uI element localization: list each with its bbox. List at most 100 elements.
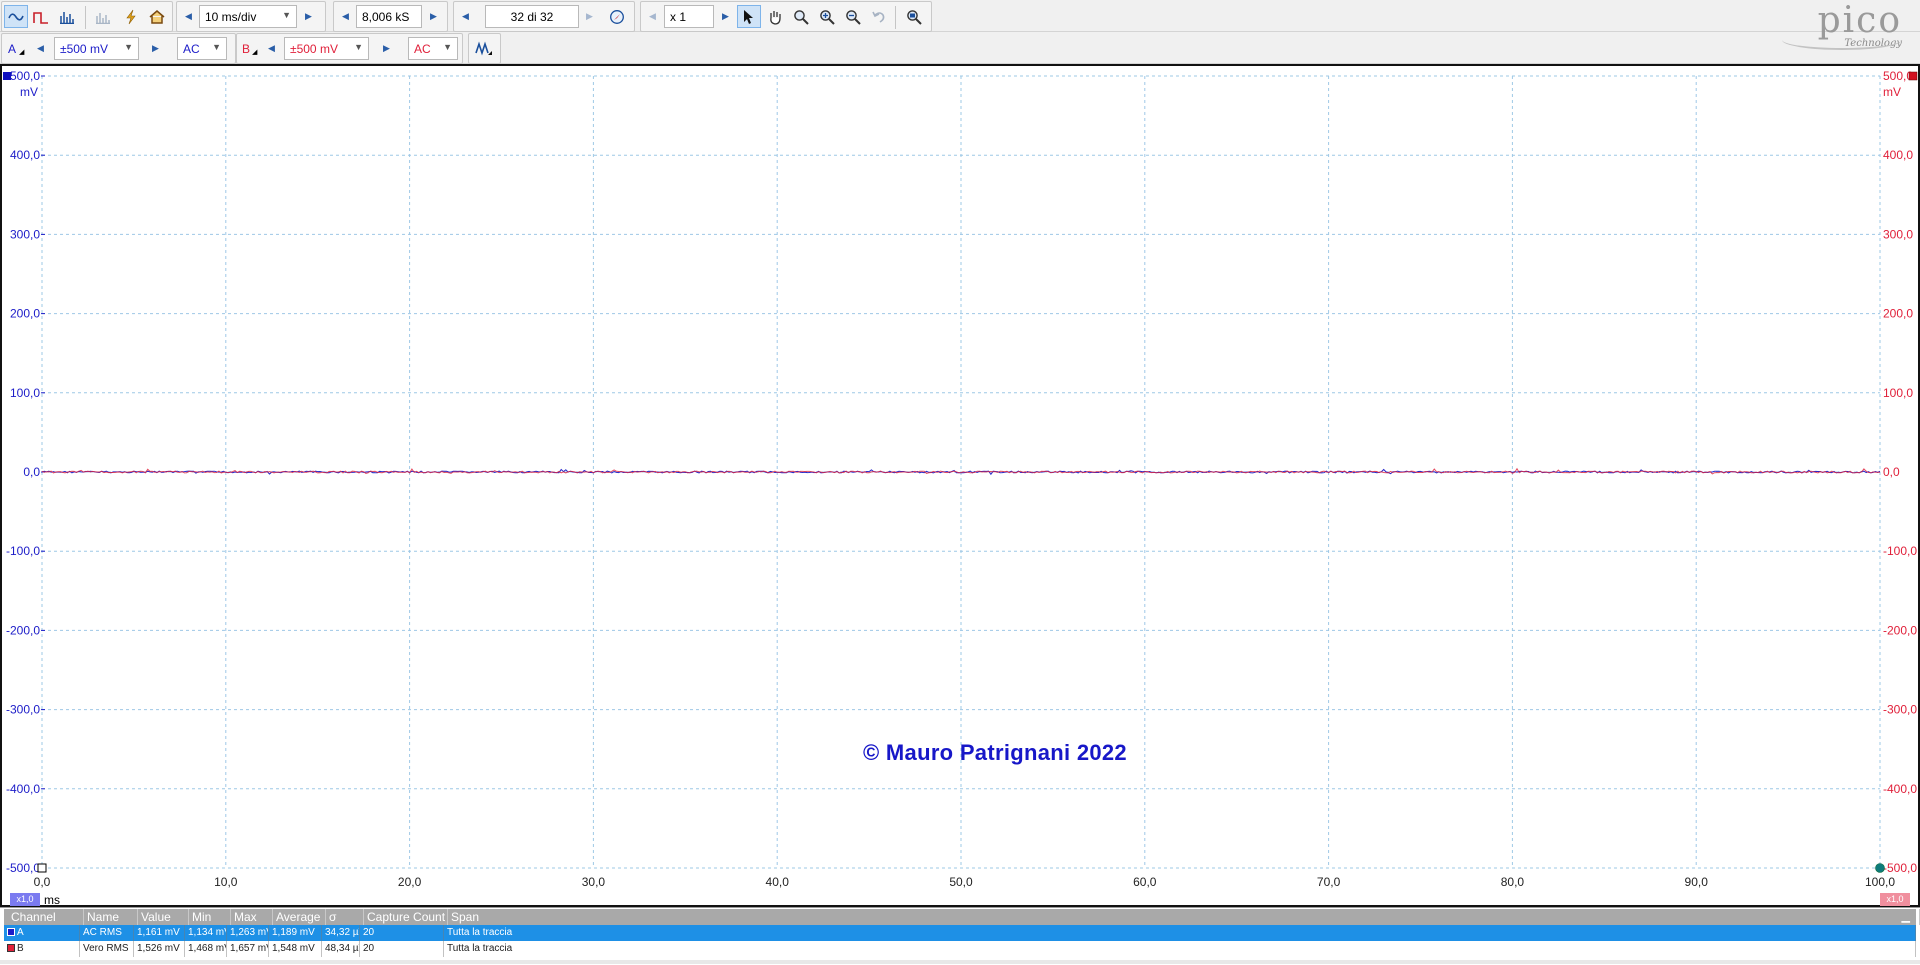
timebase-prev-icon[interactable]: ◀ [180,6,197,27]
channel-b-range-value: ±500 mV [290,42,338,56]
zoom-overview-icon[interactable] [902,5,926,28]
capture-field[interactable]: 32 di 32 [485,5,579,28]
zoom-out-icon[interactable] [841,5,865,28]
timebase-select[interactable]: 10 ms/div ▼ [199,5,297,28]
chevron-down-icon: ▼ [212,42,221,52]
view-mode-group [1,1,173,32]
buffer-navigator-icon[interactable] [605,5,629,28]
table-cell: 1,657 mV [227,941,269,957]
capture-next-icon[interactable]: ▶ [581,6,598,27]
window-bottom-edge [0,960,1920,964]
auto-setup-icon[interactable] [119,5,143,28]
channel-a-coupling-select[interactable]: AC ▼ [177,37,227,60]
y-tick-label-right: -200,0 [1883,623,1917,637]
table-header-cell[interactable]: Channel [8,909,84,925]
x-tick-label: 20,0 [398,875,422,889]
table-cell: B [4,941,80,957]
channel-b-range-select[interactable]: ±500 mV ▼ [284,37,369,60]
spectrum-alt-icon [91,5,115,28]
y-tick-label-right: -400,0 [1883,782,1917,796]
table-cell: Vero RMS [80,941,134,957]
signal-generator-icon[interactable] [472,37,496,60]
table-header-cell[interactable]: Name [84,909,138,925]
channel-a-label[interactable]: A [8,42,16,56]
zoom-field[interactable]: x 1 [664,5,714,28]
channel-name: B [17,943,24,954]
samples-next-icon[interactable]: ▶ [425,6,442,27]
oscilloscope-plot[interactable]: 500,0 400,0 300,0 200,0 100,0 0,0 -100,0 -200,0… [2,66,1918,905]
x-tick-label: 30,0 [582,875,606,889]
chevron-down-icon: ▼ [282,10,291,20]
zoom-prev-icon[interactable]: ◀ [644,6,661,27]
channel-b-range-prev-icon[interactable]: ◀ [263,38,280,59]
measurements-table[interactable]: Channel Name Value Min Max Average σ Capture Co… [0,907,1920,965]
channel-color-swatch [7,928,15,937]
x-tick-label: 100,0 [1865,875,1895,889]
channel-a-range-next-icon[interactable]: ▶ [147,38,164,59]
samples-field[interactable]: 8,006 kS [356,5,422,28]
channel-b-coupling-value: AC [414,42,431,56]
channel-a-options-icon[interactable]: ◢ [19,48,24,56]
table-header-cell[interactable]: Max [231,909,273,925]
table-cell: 1,548 mV [269,941,322,957]
table-cell: 20 [360,941,444,957]
hand-tool-icon[interactable] [763,5,787,28]
table-header-cell[interactable]: Min [189,909,231,925]
y-axis-left: 500,0 400,0 300,0 200,0 100,0 0,0 -100,0 -200,0… [6,69,45,875]
spectrum-mode-icon[interactable] [55,5,79,28]
channel-b-axis-multiplier[interactable]: x1,0 [1880,893,1910,906]
channel-a-range-prev-icon[interactable]: ◀ [32,38,49,59]
persistence-mode-icon[interactable] [29,5,53,28]
measurements-header: Channel Name Value Min Max Average σ Capture Co… [4,909,1920,925]
table-header-cell[interactable]: Span [448,909,1920,925]
x-tick-label: 10,0 [214,875,238,889]
zoom-in-icon[interactable] [815,5,839,28]
channel-name: A [17,927,24,938]
table-cell: A [4,925,80,941]
table-cell: 1,468 mV [185,941,227,957]
channel-b-axis-marker [1908,71,1918,81]
channel-a-axis-multiplier[interactable]: x1,0 [10,893,40,906]
channel-a-range-select[interactable]: ±500 mV ▼ [54,37,139,60]
channel-b-coupling-select[interactable]: AC ▼ [408,37,458,60]
pointer-tool-icon[interactable] [737,5,761,28]
channel-a-coupling-value: AC [183,42,200,56]
table-cell: AC RMS [80,925,134,941]
table-row[interactable]: B Vero RMS 1,526 mV 1,468 mV 1,657 mV 1,548 m… [4,941,1916,957]
collapse-panel-icon[interactable]: ▁ [1902,910,1910,923]
timebase-next-icon[interactable]: ▶ [300,6,317,27]
capture-value: 32 di 32 [510,10,554,24]
zoom-area-icon[interactable] [789,5,813,28]
scope-view[interactable]: 500,0 400,0 300,0 200,0 100,0 0,0 -100,0 -200,0… [0,64,1920,907]
channel-a-axis-marker [3,72,11,80]
x-tick-label: 60,0 [1133,875,1157,889]
y-unit-right: mV [1883,85,1901,99]
y-tick-label-right: -500,0 [1883,861,1917,875]
zoom-next-icon[interactable]: ▶ [717,6,734,27]
channel-b-range-next-icon[interactable]: ▶ [378,38,395,59]
table-header-cell[interactable]: Average [273,909,326,925]
table-header-cell[interactable]: σ [326,909,364,925]
table-header-cell[interactable]: Value [138,909,189,925]
capture-prev-icon[interactable]: ◀ [457,6,474,27]
y-tick-label-left: -400,0 [6,782,40,796]
samples-prev-icon[interactable]: ◀ [337,6,354,27]
home-icon[interactable] [145,5,169,28]
x-tick-label: 0,0 [34,875,51,889]
channel-b-options-icon[interactable]: ◢ [252,48,257,56]
pico-logo: pico Technology [1772,2,1902,60]
y-unit-left: mV [20,85,38,99]
chevron-down-icon: ▼ [354,42,363,52]
channel-a-range-value: ±500 mV [60,42,108,56]
table-header-cell[interactable]: Capture Count [364,909,448,925]
channel-b-label[interactable]: B [242,42,250,56]
table-cell: 1,161 mV [134,925,185,941]
zoom-group: ◀ x 1 ▶ [640,1,932,32]
y-tick-label-left: 500,0 [10,69,40,83]
table-cell: 1,134 mV [185,925,227,941]
undo-zoom-icon[interactable] [867,5,891,28]
y-tick-label-right: 300,0 [1883,227,1913,241]
table-row[interactable]: A AC RMS 1,161 mV 1,134 mV 1,263 mV 1,189 mV 3… [4,925,1916,941]
table-cell: 1,189 mV [269,925,322,941]
scope-mode-icon[interactable] [4,5,28,28]
